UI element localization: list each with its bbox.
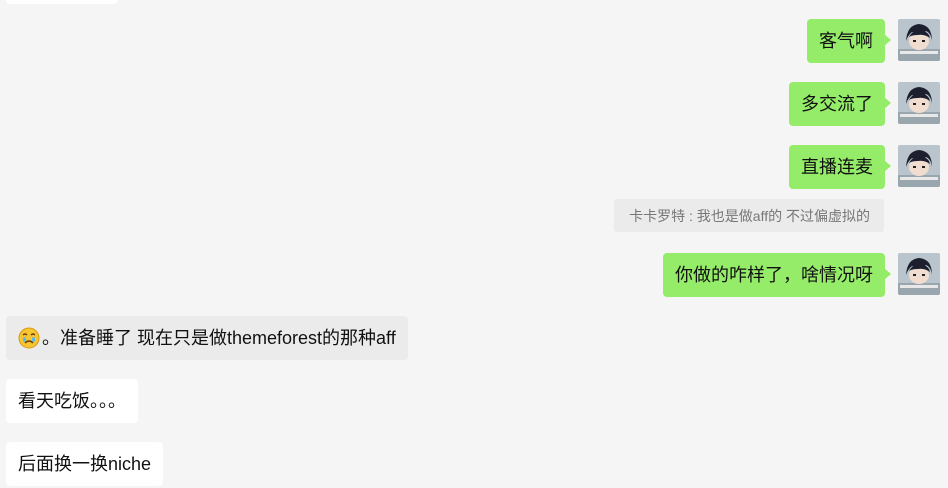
message-text: 。准备睡了 现在只是做themeforest的那种aff: [42, 328, 396, 348]
sent-message-bubble[interactable]: 你做的咋样了，啥情况呀: [663, 253, 891, 297]
message-row-sent: 你做的咋样了，啥情况呀: [663, 253, 940, 297]
sent-message-bubble[interactable]: 客气啊: [807, 19, 891, 63]
message-row-sent: 多交流了: [789, 82, 940, 126]
received-message-bubble[interactable]: 。准备睡了 现在只是做themeforest的那种aff: [6, 316, 408, 360]
received-message-bubble[interactable]: 看天吃饭。。。: [6, 379, 138, 423]
crying-face-icon: [18, 327, 40, 349]
message-row-received: 。准备睡了 现在只是做themeforest的那种aff: [6, 316, 408, 360]
message-row-sent: 直播连麦: [789, 145, 940, 189]
received-message-bubble[interactable]: 后面换一换niche: [6, 442, 164, 486]
sent-message-bubble[interactable]: 直播连麦: [789, 145, 891, 189]
message-row-received: 看天吃饭。。。: [6, 379, 138, 423]
avatar[interactable]: [898, 82, 940, 124]
quoted-message[interactable]: 卡卡罗特 : 我也是做aff的 不过偏虚拟的: [614, 199, 884, 232]
chat-area: 客气啊 多交流了 直播连麦 卡卡罗特: 我也是做aff的 不过偏虚拟的 你做的…: [0, 0, 948, 488]
avatar[interactable]: [898, 145, 940, 187]
previous-message-fragment: [6, 0, 118, 4]
avatar[interactable]: [898, 19, 940, 61]
message-row-sent: 客气啊: [807, 19, 940, 63]
message-row-received: 后面换一换niche: [6, 442, 164, 486]
sent-message-bubble[interactable]: 多交流了: [789, 82, 891, 126]
avatar[interactable]: [898, 253, 940, 295]
